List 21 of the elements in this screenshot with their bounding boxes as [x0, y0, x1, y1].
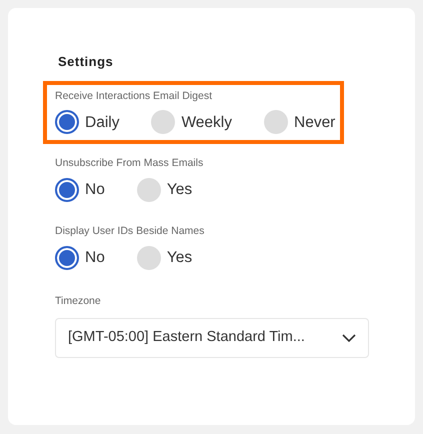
- radio-label: Weekly: [181, 112, 232, 133]
- field-label: Timezone: [55, 294, 102, 309]
- radio-button[interactable]: [136, 246, 161, 270]
- group-label: Unsubscribe From Mass Emails: [55, 156, 204, 172]
- group-label: Receive Interactions Email Digest: [55, 88, 213, 104]
- radio-label: No: [85, 180, 105, 200]
- section-title: Settings: [58, 53, 114, 71]
- radio-button[interactable]: [264, 110, 288, 134]
- timezone-select[interactable]: [GMT-05:00] Eastern Standard Tim...: [55, 318, 369, 358]
- radio-button[interactable]: [55, 178, 79, 202]
- radio-label: Never: [294, 112, 336, 133]
- radio-label: No: [85, 248, 105, 268]
- radio-button[interactable]: [151, 110, 176, 134]
- radio-button[interactable]: [136, 178, 161, 202]
- radio-label: Yes: [166, 248, 192, 268]
- radio-label: Daily: [85, 112, 120, 133]
- caret-icon: [342, 334, 356, 342]
- radio-button[interactable]: [55, 110, 79, 134]
- radio-button[interactable]: [55, 246, 79, 270]
- group-label: Display User IDs Beside Names: [55, 224, 206, 239]
- radio-label: Yes: [166, 180, 192, 200]
